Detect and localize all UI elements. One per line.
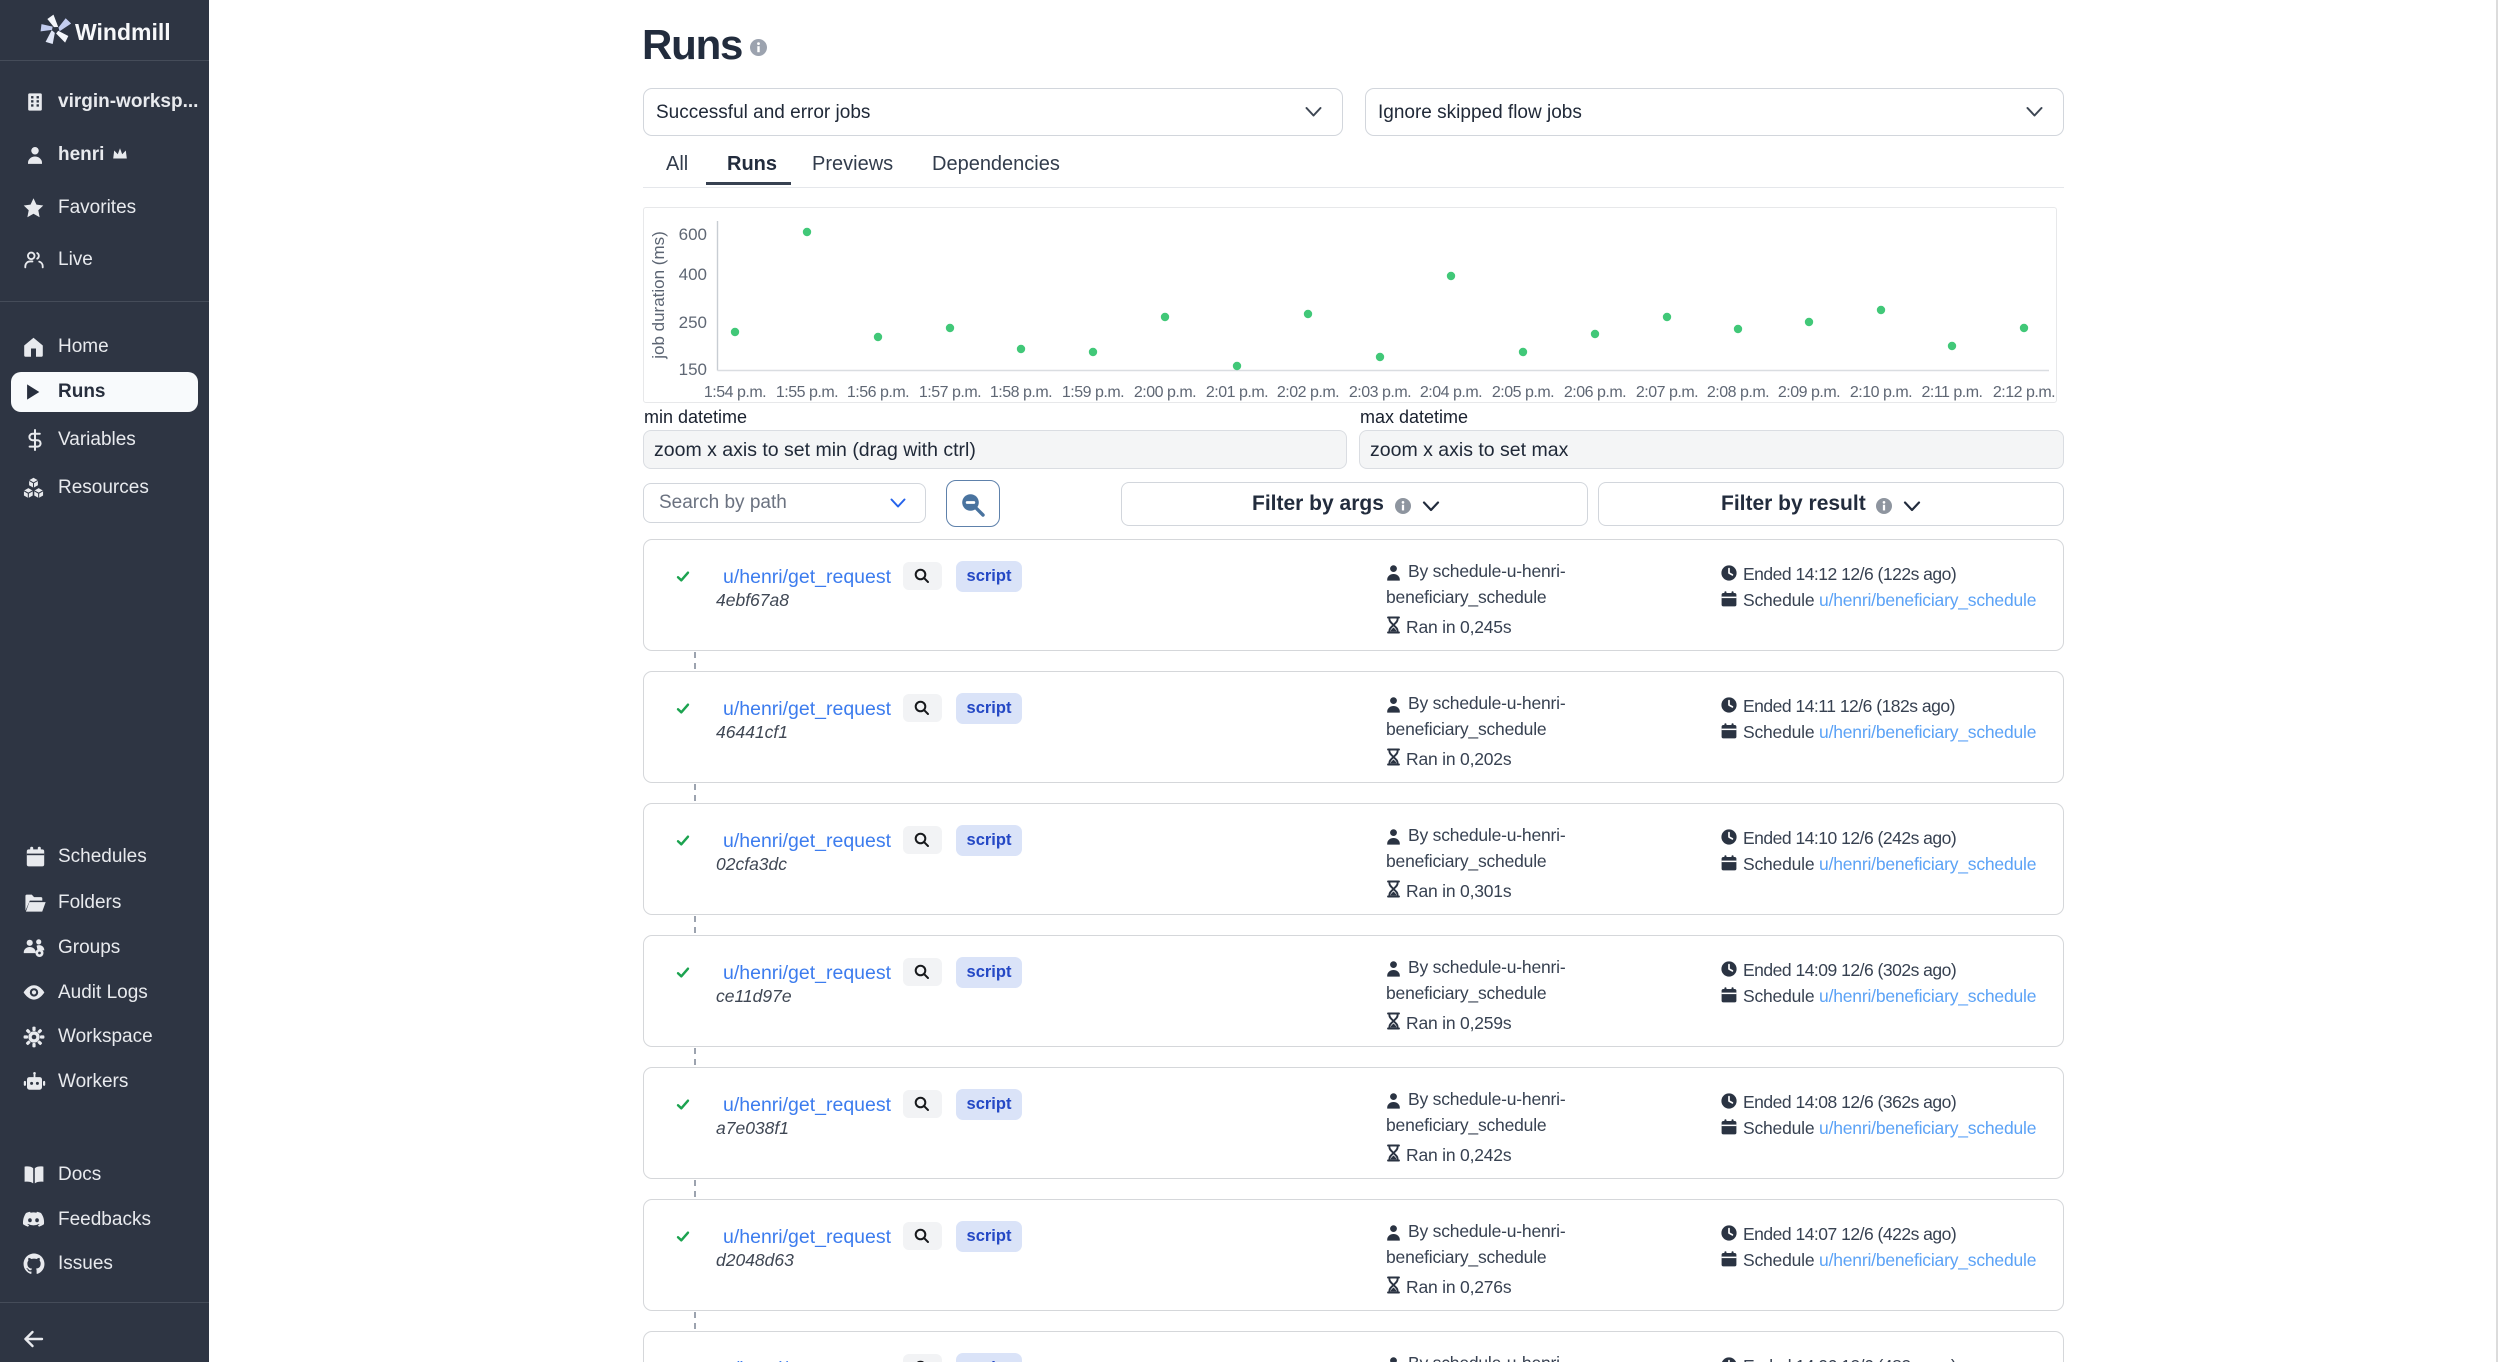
svg-text:2:04 p.m.: 2:04 p.m. <box>1420 384 1482 401</box>
svg-text:job duration (ms): job duration (ms) <box>649 231 668 360</box>
svg-text:2:02 p.m.: 2:02 p.m. <box>1277 384 1339 401</box>
svg-text:2:08 p.m.: 2:08 p.m. <box>1707 384 1769 401</box>
svg-text:2:00 p.m.: 2:00 p.m. <box>1134 384 1196 401</box>
svg-text:1:57 p.m.: 1:57 p.m. <box>919 384 981 401</box>
svg-text:1:58 p.m.: 1:58 p.m. <box>990 384 1052 401</box>
svg-text:2:06 p.m.: 2:06 p.m. <box>1564 384 1626 401</box>
svg-text:2:10 p.m.: 2:10 p.m. <box>1850 384 1912 401</box>
svg-text:2:11 p.m.: 2:11 p.m. <box>1921 384 1982 401</box>
svg-text:2:12 p.m.: 2:12 p.m. <box>1993 384 2055 401</box>
svg-text:1:54 p.m.: 1:54 p.m. <box>704 384 766 401</box>
svg-text:2:09 p.m.: 2:09 p.m. <box>1778 384 1840 401</box>
svg-text:1:55 p.m.: 1:55 p.m. <box>776 384 838 401</box>
svg-text:1:56 p.m.: 1:56 p.m. <box>847 384 909 401</box>
svg-text:2:07 p.m.: 2:07 p.m. <box>1636 384 1698 401</box>
svg-text:600: 600 <box>679 225 707 244</box>
svg-text:150: 150 <box>679 360 707 379</box>
svg-text:250: 250 <box>679 313 707 332</box>
svg-text:2:03 p.m.: 2:03 p.m. <box>1349 384 1411 401</box>
svg-text:1:59 p.m.: 1:59 p.m. <box>1062 384 1124 401</box>
svg-text:400: 400 <box>679 265 707 284</box>
svg-text:2:05 p.m.: 2:05 p.m. <box>1492 384 1554 401</box>
svg-text:2:01 p.m.: 2:01 p.m. <box>1206 384 1268 401</box>
